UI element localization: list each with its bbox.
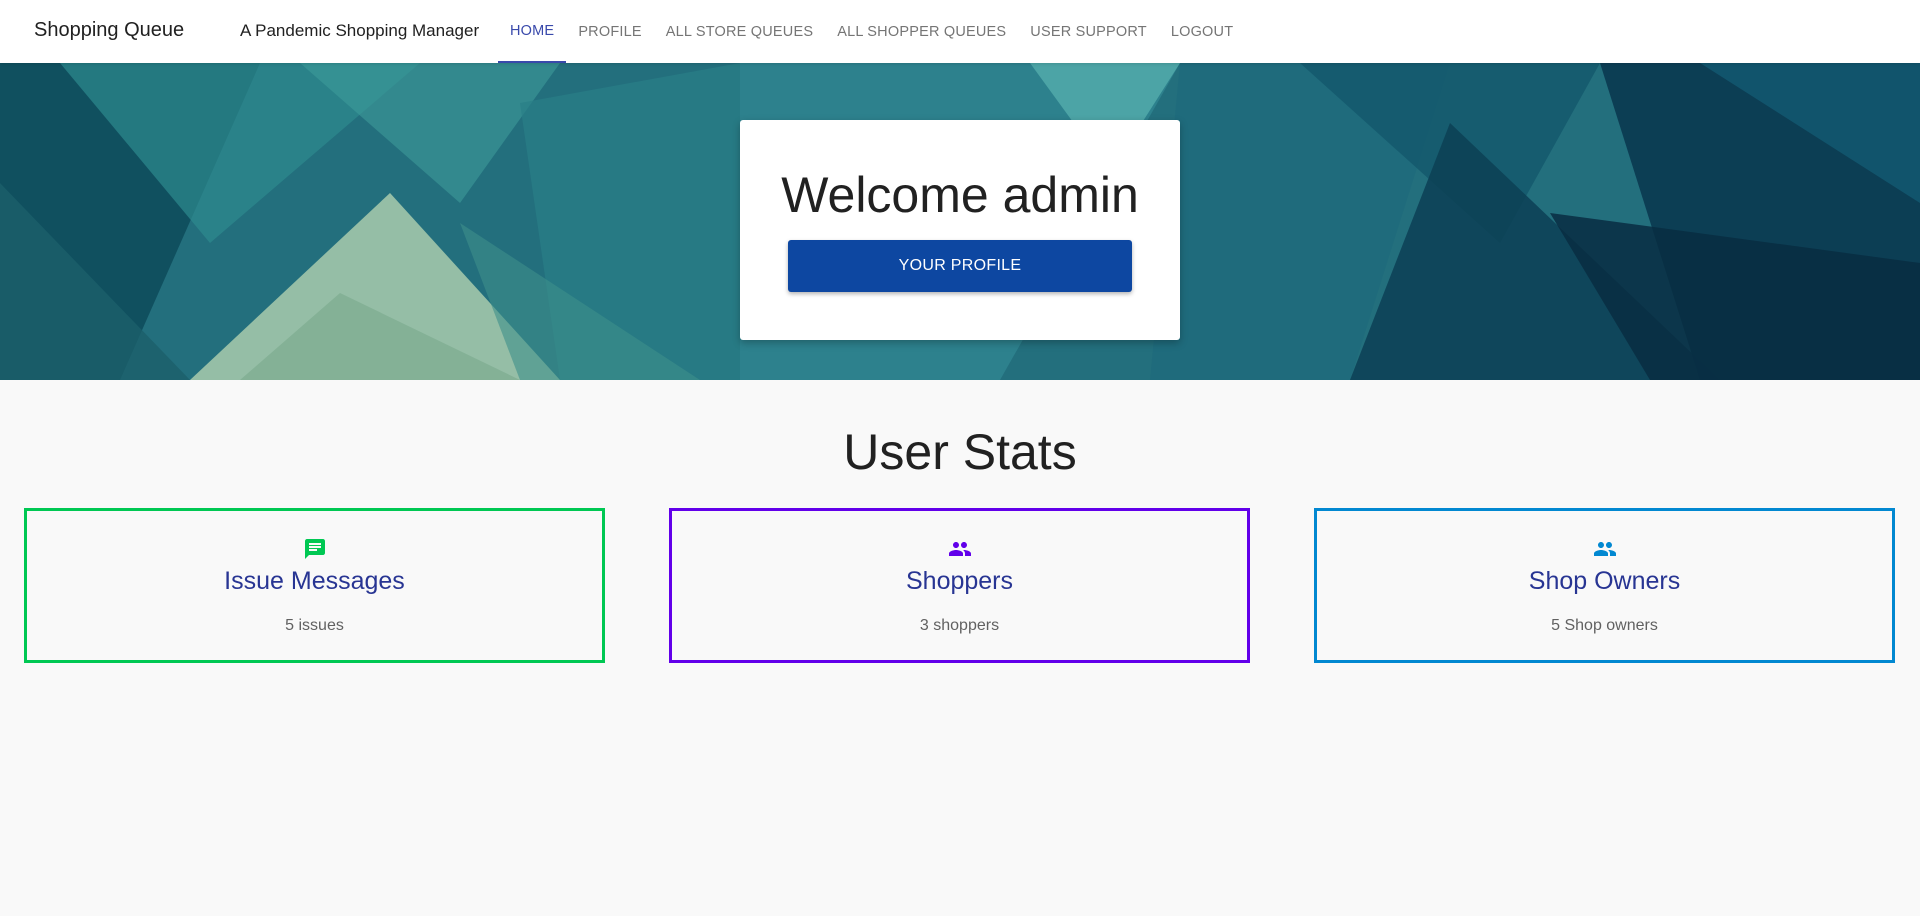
welcome-card: Welcome admin YOUR PROFILE xyxy=(740,120,1180,340)
card-value: 5 issues xyxy=(285,617,344,634)
nav-home[interactable]: HOME xyxy=(498,0,567,63)
your-profile-button[interactable]: YOUR PROFILE xyxy=(788,240,1132,292)
hero-banner: Welcome admin YOUR PROFILE xyxy=(0,63,1920,380)
people-icon xyxy=(672,537,1247,561)
app-brand[interactable]: Shopping Queue xyxy=(34,19,184,42)
top-app-bar: Shopping Queue A Pandemic Shopping Manag… xyxy=(0,0,1920,63)
shoppers-card[interactable]: Shoppers 3 shoppers xyxy=(669,508,1250,663)
nav-profile[interactable]: PROFILE xyxy=(566,0,653,63)
nav-all-store-queues[interactable]: ALL STORE QUEUES xyxy=(654,0,825,63)
nav-logout[interactable]: LOGOUT xyxy=(1159,0,1245,63)
message-icon xyxy=(27,537,602,561)
nav-all-shopper-queues[interactable]: ALL SHOPPER QUEUES xyxy=(825,0,1018,63)
card-title: Issue Messages xyxy=(224,567,405,595)
card-value: 5 Shop owners xyxy=(1551,617,1658,634)
shop-owners-card[interactable]: Shop Owners 5 Shop owners xyxy=(1314,508,1895,663)
app-tagline: A Pandemic Shopping Manager xyxy=(240,21,480,40)
user-stats-heading: User Stats xyxy=(843,424,1077,480)
issue-messages-card[interactable]: Issue Messages 5 issues xyxy=(24,508,605,663)
people-icon xyxy=(1317,537,1892,561)
card-title: Shop Owners xyxy=(1528,567,1681,595)
card-title: Shoppers xyxy=(905,567,1014,595)
card-value: 3 shoppers xyxy=(919,617,1000,634)
nav-user-support[interactable]: USER SUPPORT xyxy=(1018,0,1159,63)
welcome-title: Welcome admin xyxy=(781,167,1139,223)
main-nav: HOME PROFILE ALL STORE QUEUES ALL SHOPPE… xyxy=(498,0,1245,63)
